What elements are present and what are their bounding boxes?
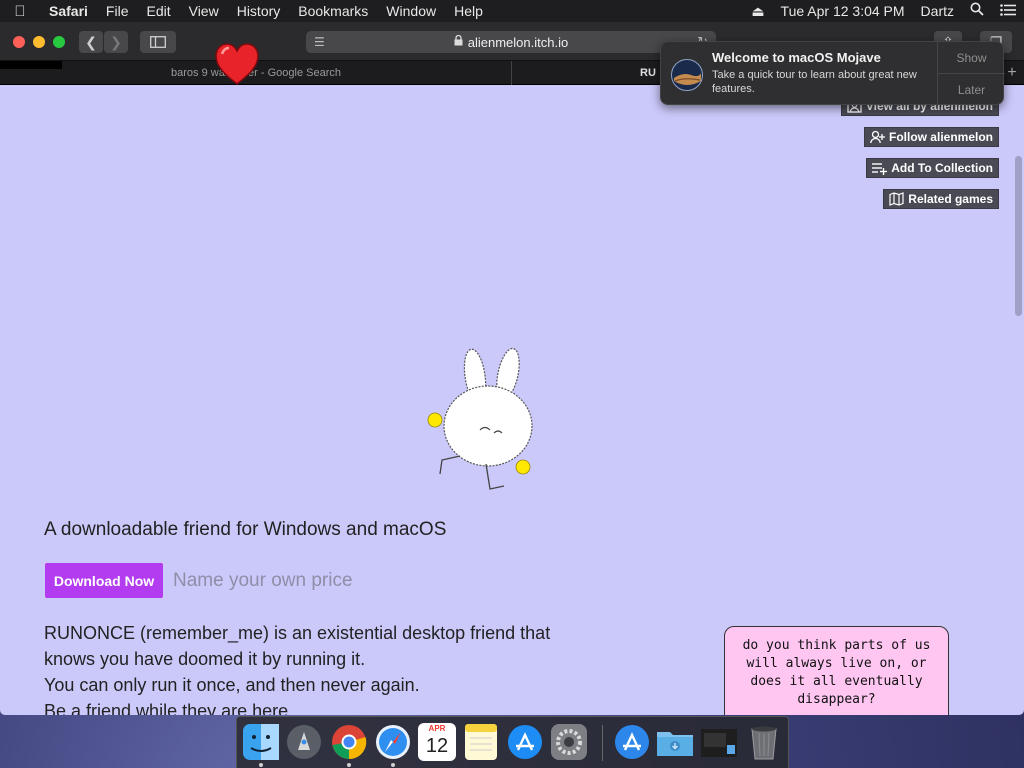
menu-file[interactable]: File bbox=[97, 0, 138, 22]
description-line: Be a friend while they are here. bbox=[44, 701, 294, 715]
heart-cursor-icon bbox=[215, 43, 259, 85]
description-line: You can only run it once, and then never… bbox=[44, 675, 420, 695]
apple-menu-icon[interactable]:  bbox=[0, 3, 40, 20]
playlist-add-icon bbox=[872, 163, 888, 175]
screenshot-icon[interactable] bbox=[700, 723, 738, 761]
running-indicator bbox=[347, 763, 351, 767]
download-now-button[interactable]: Download Now bbox=[45, 563, 163, 598]
itch-page-content: View all by alienmelon Follow alienmelon… bbox=[0, 86, 1024, 715]
price-text: Name your own price bbox=[173, 570, 353, 591]
app-store-icon[interactable] bbox=[506, 723, 544, 761]
downloads-icon[interactable] bbox=[613, 723, 651, 761]
chrome-icon[interactable] bbox=[330, 723, 368, 761]
mojave-welcome-notification[interactable]: Welcome to macOS Mojave Take a quick tou… bbox=[660, 41, 1005, 106]
launchpad-icon[interactable] bbox=[285, 723, 323, 761]
forward-button[interactable]: ❯ bbox=[104, 31, 128, 53]
description-line: knows you have doomed it by running it. bbox=[44, 649, 366, 669]
system-preferences-icon[interactable] bbox=[550, 723, 588, 761]
related-games-button[interactable]: Related games bbox=[883, 189, 999, 209]
description-line: RUNONCE (remember_me) is an existential … bbox=[44, 623, 551, 643]
running-indicator bbox=[391, 763, 395, 767]
safari-icon[interactable] bbox=[374, 723, 412, 761]
menu-edit[interactable]: Edit bbox=[137, 0, 179, 22]
calendar-icon[interactable]: APR 12 bbox=[418, 723, 456, 761]
eject-icon[interactable]: ⏏ bbox=[743, 0, 772, 22]
lock-icon bbox=[454, 34, 463, 49]
notes-icon[interactable] bbox=[462, 723, 500, 761]
page-scrollbar[interactable] bbox=[1015, 156, 1022, 316]
game-tagline: A downloadable friend for Windows and ma… bbox=[44, 519, 447, 540]
spotlight-search-icon[interactable] bbox=[962, 0, 992, 22]
url-text: alienmelon.itch.io bbox=[467, 34, 569, 50]
finder-icon[interactable] bbox=[242, 723, 280, 761]
macos-mojave-icon bbox=[671, 59, 703, 91]
menu-bookmarks[interactable]: Bookmarks bbox=[289, 0, 377, 22]
notification-later-button[interactable]: Later bbox=[938, 74, 1005, 106]
add-to-collection-label: Add To Collection bbox=[891, 161, 993, 175]
calendar-month: APR bbox=[428, 724, 446, 733]
address-bar[interactable]: ☰ alienmelon.itch.io ↻ bbox=[306, 31, 716, 53]
menu-window[interactable]: Window bbox=[377, 0, 445, 22]
calendar-day: 12 bbox=[425, 735, 449, 757]
user-plus-icon bbox=[870, 130, 885, 144]
dock-separator bbox=[602, 725, 603, 761]
follow-label: Follow alienmelon bbox=[888, 130, 993, 144]
notification-body: Take a quick tour to learn about great n… bbox=[712, 69, 917, 95]
reader-view-icon[interactable]: ☰ bbox=[314, 35, 325, 49]
notification-center-icon[interactable] bbox=[992, 0, 1024, 22]
menu-bar:  Safari File Edit View History Bookmark… bbox=[0, 0, 1024, 22]
dock: APR 12 bbox=[236, 716, 789, 768]
speech-bubble: do you think parts of us will always liv… bbox=[724, 626, 949, 715]
menu-help[interactable]: Help bbox=[445, 0, 492, 22]
new-tab-icon[interactable]: + bbox=[1002, 61, 1022, 85]
minimize-window-button[interactable] bbox=[33, 36, 45, 48]
bunny-friend-illustration bbox=[427, 347, 533, 490]
follow-author-button[interactable]: Follow alienmelon bbox=[863, 127, 999, 147]
running-indicator bbox=[259, 763, 263, 767]
menu-app-name[interactable]: Safari bbox=[40, 0, 97, 22]
sidebar-toggle-button[interactable] bbox=[140, 31, 176, 53]
menu-user[interactable]: Dartz bbox=[913, 0, 962, 22]
menu-history[interactable]: History bbox=[228, 0, 290, 22]
related-games-label: Related games bbox=[908, 192, 993, 206]
zoom-window-button[interactable] bbox=[53, 36, 65, 48]
map-icon bbox=[889, 192, 904, 206]
game-description: RUNONCE (remember_me) is an existential … bbox=[44, 620, 644, 715]
menu-clock[interactable]: Tue Apr 12 3:04 PM bbox=[773, 0, 913, 22]
notification-actions: Show Later bbox=[937, 42, 1005, 106]
trash-icon[interactable] bbox=[745, 723, 783, 761]
safari-window: ❮ ❯ ☰ alienmelon.itch.io ↻ ⇧ ❐ baros 9 w… bbox=[0, 22, 1024, 715]
add-to-collection-button[interactable]: Add To Collection bbox=[866, 158, 999, 178]
notification-show-button[interactable]: Show bbox=[938, 42, 1005, 74]
tab-divider bbox=[511, 61, 512, 85]
folder-icon[interactable] bbox=[656, 723, 694, 761]
back-button[interactable]: ❮ bbox=[79, 31, 103, 53]
menu-view[interactable]: View bbox=[180, 0, 228, 22]
close-window-button[interactable] bbox=[13, 36, 25, 48]
notification-title: Welcome to macOS Mojave bbox=[712, 50, 881, 65]
